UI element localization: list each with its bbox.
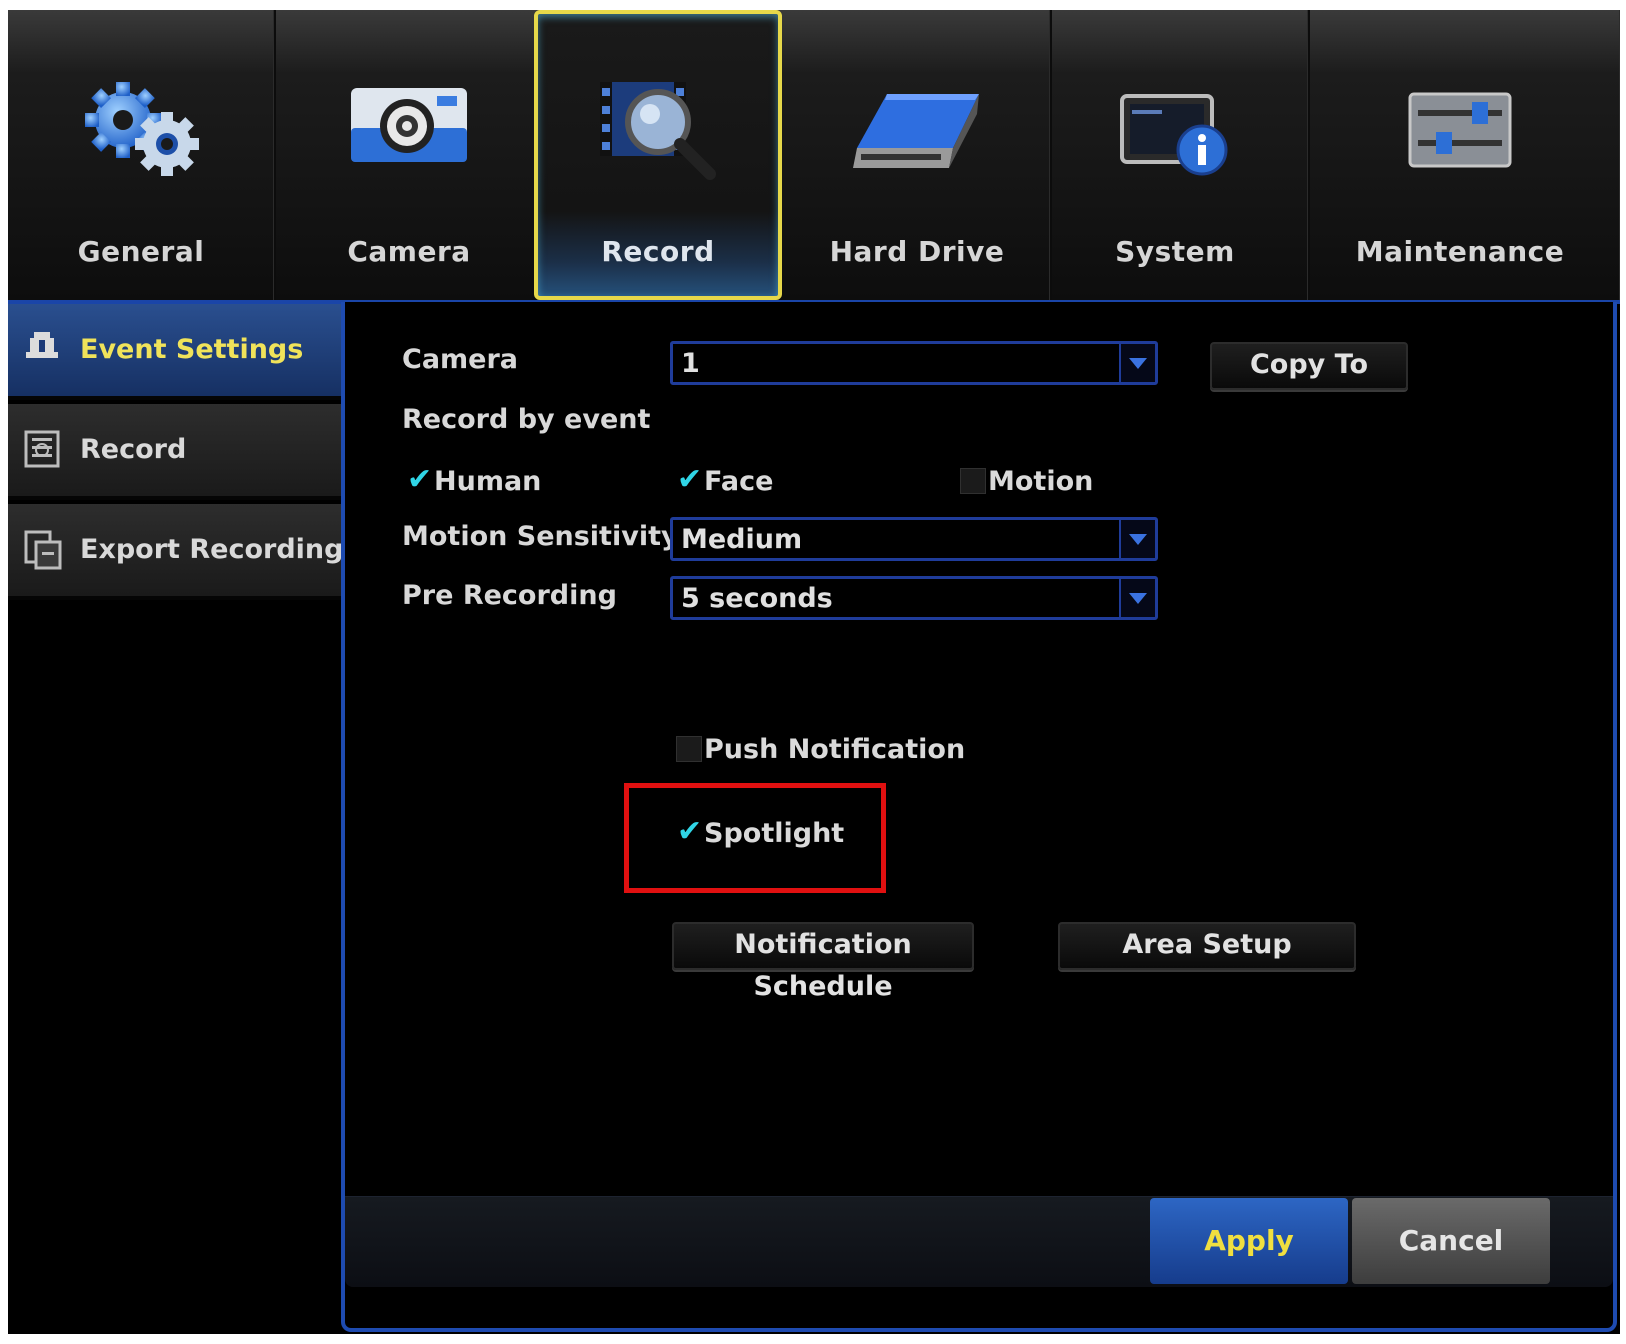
dvr-settings-window: General Camera Record Hard Drive System … — [8, 10, 1620, 1334]
pre-recording-select[interactable]: 5 seconds — [670, 576, 1158, 620]
face-checkbox[interactable]: ✔ Face — [676, 462, 836, 502]
tab-maintenance[interactable]: Maintenance — [1300, 10, 1620, 300]
checkbox-box — [676, 736, 702, 762]
chevron-down-icon[interactable] — [1119, 344, 1155, 382]
camera-select[interactable]: 1 — [670, 341, 1158, 385]
tab-camera[interactable]: Camera — [276, 10, 544, 300]
push-notification-label: Push Notification — [704, 734, 966, 765]
tab-hard-drive-label: Hard Drive — [829, 235, 1005, 268]
gears-icon — [79, 82, 203, 182]
spotlight-highlight-box — [624, 783, 886, 893]
hard-drive-icon — [849, 90, 985, 178]
human-label: Human — [434, 466, 542, 497]
sidebar: Event Settings Record Export Recordings — [8, 304, 360, 1334]
pre-recording-value: 5 seconds — [681, 583, 833, 614]
sidebar-item-label: Export Recordings — [80, 534, 360, 565]
notification-schedule-button[interactable]: Notification Schedule — [672, 922, 974, 1002]
export-icon — [24, 530, 64, 574]
tab-system[interactable]: System — [1042, 10, 1310, 300]
record-search-icon — [596, 76, 720, 184]
copy-to-button[interactable]: Copy To — [1210, 342, 1408, 390]
system-info-icon — [1118, 92, 1232, 186]
human-checkbox[interactable]: ✔ Human — [406, 462, 586, 502]
camera-select-value: 1 — [681, 348, 700, 379]
record-list-icon — [24, 430, 60, 472]
checkmark-icon: ✔ — [407, 462, 433, 497]
motion-checkbox[interactable]: Motion — [960, 462, 1140, 502]
sidebar-item-record[interactable]: Record — [8, 404, 343, 500]
motion-sensitivity-label: Motion Sensitivity — [402, 521, 679, 552]
face-label: Face — [704, 466, 774, 497]
chevron-down-icon[interactable] — [1119, 520, 1155, 558]
checkmark-icon: ✔ — [677, 462, 703, 497]
checkbox-box — [960, 468, 986, 494]
tab-maintenance-label: Maintenance — [1355, 235, 1565, 268]
sidebar-item-event-settings[interactable]: Event Settings — [8, 304, 343, 400]
sliders-icon — [1408, 92, 1512, 172]
tab-hard-drive[interactable]: Hard Drive — [784, 10, 1052, 300]
motion-sensitivity-select[interactable]: Medium — [670, 517, 1158, 561]
tab-general-label: General — [77, 235, 205, 268]
sidebar-item-label: Event Settings — [80, 334, 304, 365]
top-tab-bar: General Camera Record Hard Drive System … — [8, 10, 1620, 304]
tab-record[interactable]: Record — [534, 10, 782, 300]
motion-label: Motion — [988, 466, 1094, 497]
tab-general[interactable]: General — [8, 10, 276, 300]
area-setup-button[interactable]: Area Setup — [1058, 922, 1356, 970]
sidebar-item-export-recordings[interactable]: Export Recordings — [8, 504, 360, 600]
tab-system-label: System — [1115, 235, 1235, 268]
motion-sensitivity-value: Medium — [681, 524, 803, 555]
push-notification-checkbox[interactable]: Push Notification — [676, 730, 976, 770]
tab-record-label: Record — [601, 235, 715, 268]
camera-label: Camera — [402, 344, 519, 375]
cancel-button[interactable]: Cancel — [1352, 1198, 1550, 1284]
camera-icon — [347, 82, 471, 172]
record-by-event-label: Record by event — [402, 404, 651, 435]
apply-button[interactable]: Apply — [1150, 1198, 1348, 1284]
event-settings-panel — [341, 302, 1617, 1332]
chevron-down-icon[interactable] — [1119, 579, 1155, 617]
sidebar-item-label: Record — [80, 434, 187, 465]
tab-camera-label: Camera — [347, 235, 471, 268]
pre-recording-label: Pre Recording — [402, 580, 617, 611]
event-icon — [24, 330, 60, 364]
